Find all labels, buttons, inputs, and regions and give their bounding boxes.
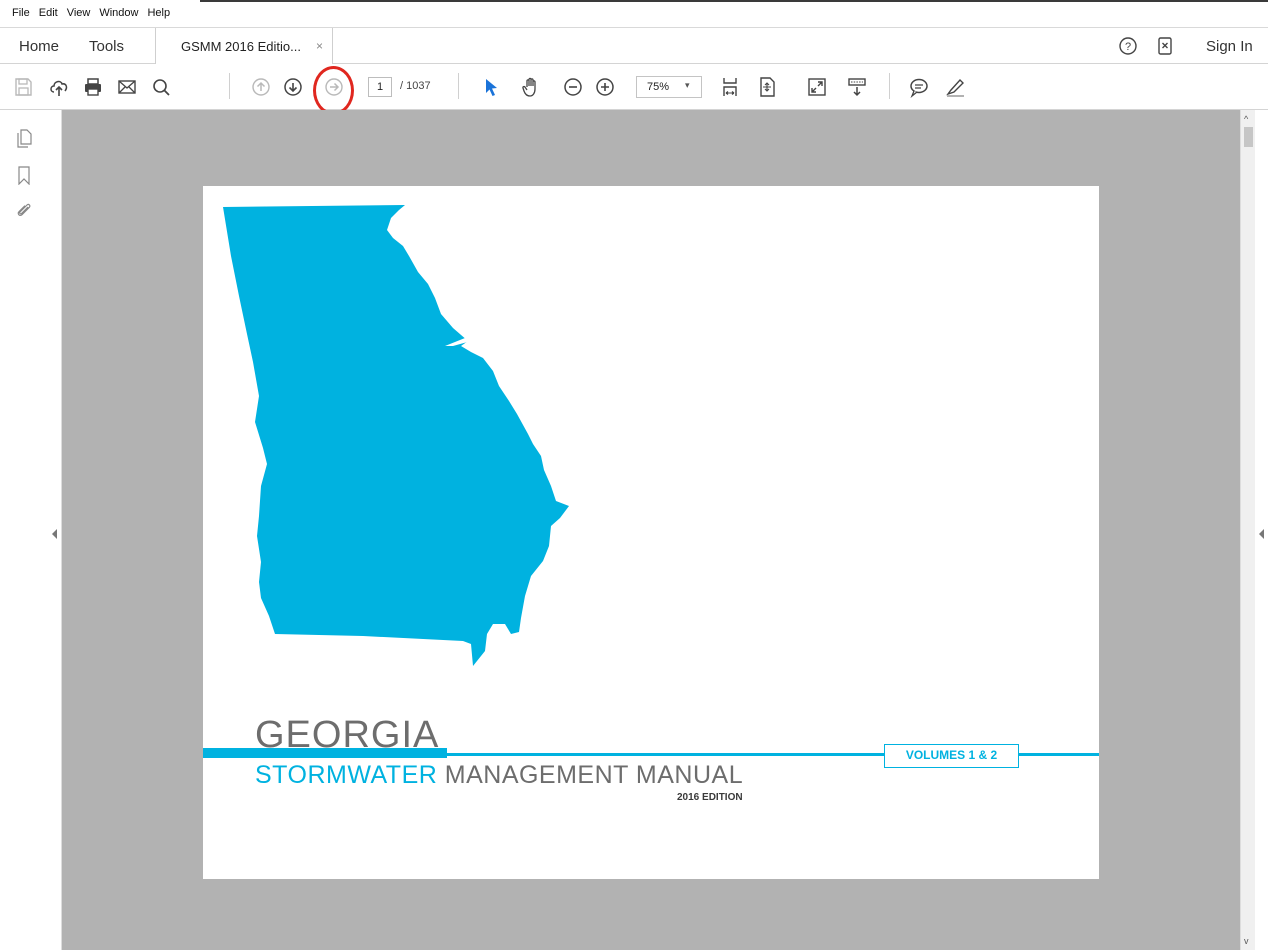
next-page-icon[interactable] bbox=[282, 76, 304, 98]
right-panel-gutter bbox=[1255, 110, 1268, 950]
menu-help[interactable]: Help bbox=[147, 7, 170, 19]
help-icon[interactable]: ? bbox=[1118, 36, 1138, 56]
highlight-circle-annotation bbox=[313, 66, 354, 115]
zoom-select[interactable]: 75% ▾ bbox=[636, 76, 702, 98]
expand-left-panel-icon[interactable] bbox=[52, 529, 57, 539]
menu-window[interactable]: Window bbox=[99, 7, 138, 19]
zoom-value: 75% bbox=[647, 81, 670, 93]
window-top-border bbox=[200, 0, 1268, 2]
toolbar-separator bbox=[889, 73, 890, 99]
menu-edit[interactable]: Edit bbox=[39, 7, 58, 19]
left-navigation-rail bbox=[0, 110, 48, 950]
zoom-in-icon[interactable] bbox=[594, 76, 616, 98]
search-icon[interactable] bbox=[150, 76, 172, 98]
toolbar-separator bbox=[458, 73, 459, 99]
menu-bar: File Edit View Window Help bbox=[0, 0, 1268, 27]
tab-row: Home Tools GSMM 2016 Editio... × ? Sign … bbox=[0, 27, 1268, 65]
vertical-scrollbar[interactable]: ^ v bbox=[1240, 110, 1255, 950]
select-cursor-icon[interactable] bbox=[480, 76, 502, 98]
menu-view[interactable]: View bbox=[67, 7, 91, 19]
svg-text:?: ? bbox=[1125, 41, 1131, 53]
scroll-mode-icon[interactable] bbox=[846, 76, 868, 98]
menu-items: File Edit View Window Help bbox=[12, 7, 170, 19]
print-icon[interactable] bbox=[82, 76, 104, 98]
expand-right-panel-icon[interactable] bbox=[1259, 529, 1264, 539]
cover-subtitle: STORMWATER MANAGEMENT MANUAL bbox=[255, 761, 743, 790]
georgia-map-shape bbox=[223, 205, 569, 666]
comment-icon[interactable] bbox=[908, 76, 930, 98]
page-number-input[interactable]: 1 bbox=[368, 77, 392, 97]
tab-tools[interactable]: Tools bbox=[89, 38, 124, 55]
tab-document[interactable]: GSMM 2016 Editio... × bbox=[155, 28, 333, 65]
attachment-icon[interactable] bbox=[14, 200, 34, 220]
subtitle-stormwater: STORMWATER bbox=[255, 761, 438, 789]
page-total-label: / 1037 bbox=[400, 80, 431, 92]
zoom-out-icon[interactable] bbox=[562, 76, 584, 98]
subtitle-management-manual: MANAGEMENT MANUAL bbox=[437, 761, 744, 789]
cover-accent-bar-thick bbox=[203, 748, 447, 758]
fullscreen-icon[interactable] bbox=[806, 76, 828, 98]
pages-panel-icon[interactable] bbox=[14, 128, 34, 148]
menu-file[interactable]: File bbox=[12, 7, 30, 19]
save-icon[interactable] bbox=[12, 76, 34, 98]
sign-in-link[interactable]: Sign In bbox=[1206, 38, 1253, 55]
mobile-link-icon[interactable] bbox=[1155, 36, 1175, 56]
email-icon[interactable] bbox=[116, 76, 138, 98]
scroll-thumb[interactable] bbox=[1244, 127, 1253, 147]
toolbar-separator bbox=[229, 73, 230, 99]
scroll-up-icon[interactable]: ^ bbox=[1244, 114, 1248, 124]
hand-icon[interactable] bbox=[520, 76, 542, 98]
cover-edition: 2016 EDITION bbox=[677, 792, 743, 803]
prev-page-icon[interactable] bbox=[250, 76, 272, 98]
fit-page-icon[interactable] bbox=[756, 76, 778, 98]
upload-icon[interactable] bbox=[48, 76, 70, 98]
tab-document-label: GSMM 2016 Editio... bbox=[181, 39, 301, 54]
volumes-badge: VOLUMES 1 & 2 bbox=[884, 744, 1019, 768]
pdf-page: GEORGIA VOLUMES 1 & 2 STORMWATER MANAGEM… bbox=[203, 186, 1099, 879]
fit-width-icon[interactable] bbox=[719, 76, 741, 98]
left-panel-gutter bbox=[48, 110, 62, 950]
bookmark-icon[interactable] bbox=[14, 165, 34, 186]
highlight-icon[interactable] bbox=[944, 76, 966, 98]
tab-home[interactable]: Home bbox=[19, 38, 59, 55]
scroll-down-icon[interactable]: v bbox=[1244, 936, 1249, 946]
close-tab-icon[interactable]: × bbox=[316, 39, 323, 53]
chevron-down-icon: ▾ bbox=[685, 80, 690, 90]
toolbar: 1 / 1037 75% ▾ bbox=[0, 64, 1268, 110]
